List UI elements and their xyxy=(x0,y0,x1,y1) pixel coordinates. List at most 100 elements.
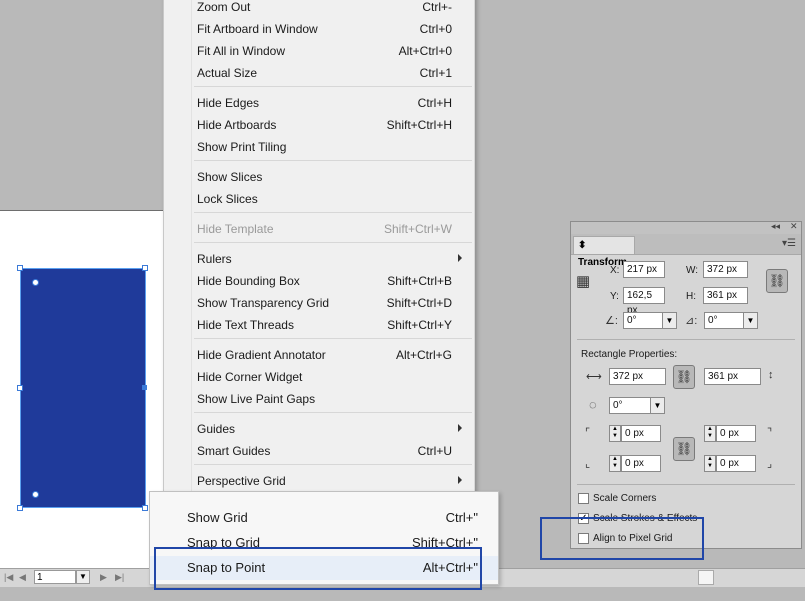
corner-bl-icon[interactable]: ⌞ xyxy=(585,457,590,470)
constrain-proportions-link-icon[interactable]: ⛓ xyxy=(766,269,788,293)
collapse-icon[interactable]: ◂◂ xyxy=(771,221,780,232)
w-label: W: xyxy=(686,265,699,276)
next-page-icon[interactable]: ▶ xyxy=(100,572,107,583)
panel-divider xyxy=(577,484,795,485)
menu-item-fit-all[interactable]: Fit All in Window Alt+Ctrl+0 xyxy=(164,40,474,62)
menu-item-lock-slices[interactable]: Lock Slices xyxy=(164,188,474,210)
menu-item-perspective-grid[interactable]: Perspective Grid xyxy=(164,470,474,492)
menu-item-fit-artboard[interactable]: Fit Artboard in Window Ctrl+0 xyxy=(164,18,474,40)
x-field[interactable]: 217 px xyxy=(623,261,665,278)
rotate-dropdown-icon[interactable]: ▼ xyxy=(662,312,677,329)
h-label: H: xyxy=(686,291,696,302)
submenu-item-show-grid[interactable]: Show Grid Ctrl+" xyxy=(150,506,498,530)
close-icon[interactable]: ✕ xyxy=(790,221,798,232)
menu-separator xyxy=(194,242,472,243)
panel-divider xyxy=(577,339,795,340)
scale-corners-checkbox[interactable] xyxy=(578,493,589,504)
panel-tabbar: ⬍ Transform xyxy=(571,234,801,268)
x-label: X: xyxy=(610,265,620,276)
menu-item-zoom-out[interactable]: Zoom Out Ctrl+- xyxy=(164,0,474,18)
rotate-field[interactable]: 0° xyxy=(623,312,663,329)
menu-separator xyxy=(194,160,472,161)
corner-widget-top-left[interactable] xyxy=(32,279,39,286)
menu-item-guides[interactable]: Guides xyxy=(164,418,474,440)
last-page-icon[interactable]: ▶| xyxy=(115,572,124,583)
corner-tr-stepper[interactable]: ▲ ▼ xyxy=(704,425,716,442)
tab-arrows-icon: ⬍ xyxy=(578,240,587,251)
menu-item-show-slices[interactable]: Show Slices xyxy=(164,166,474,188)
page-dropdown-icon[interactable]: ▼ xyxy=(76,570,90,584)
corner-widget-bottom-left[interactable] xyxy=(32,491,39,498)
rectangle-properties-label: Rectangle Properties: xyxy=(581,349,678,360)
corner-bl-field[interactable]: 0 px xyxy=(621,455,661,472)
scroll-thumb[interactable] xyxy=(698,570,714,585)
menu-item-rulers[interactable]: Rulers xyxy=(164,248,474,270)
panel-menu-icon[interactable]: ▾☰ xyxy=(782,238,796,249)
rect-width-field[interactable]: 372 px xyxy=(609,368,666,385)
handle-middle-left[interactable] xyxy=(17,385,23,391)
y-field[interactable]: 162,5 px xyxy=(623,287,665,316)
corner-bl-stepper[interactable]: ▲ ▼ xyxy=(609,455,621,472)
handle-bottom-left[interactable] xyxy=(17,505,23,511)
menu-item-hide-gradient-annotator[interactable]: Hide Gradient Annotator Alt+Ctrl+G xyxy=(164,344,474,366)
corner-tr-field[interactable]: 0 px xyxy=(716,425,756,442)
center-point xyxy=(142,385,147,390)
menu-separator xyxy=(194,464,472,465)
reference-point-icon[interactable]: ▦ xyxy=(576,272,590,290)
annotation-box-snap-to-point xyxy=(154,547,482,590)
y-label: Y: xyxy=(610,291,619,302)
menu-item-hide-corner-widget[interactable]: Hide Corner Widget xyxy=(164,366,474,388)
menu-item-hide-text-threads[interactable]: Hide Text Threads Shift+Ctrl+Y xyxy=(164,314,474,336)
menu-item-show-print-tiling[interactable]: Show Print Tiling xyxy=(164,136,474,158)
corner-tl-field[interactable]: 0 px xyxy=(621,425,661,442)
prev-page-icon[interactable]: ◀ xyxy=(19,572,26,583)
corner-link-icon[interactable]: ⛓ xyxy=(673,437,695,461)
first-page-icon[interactable]: |◀ xyxy=(4,572,13,583)
corner-tl-icon[interactable]: ⌜ xyxy=(585,426,590,439)
menu-item-show-live-paint-gaps[interactable]: Show Live Paint Gaps xyxy=(164,388,474,410)
submenu-arrow-icon xyxy=(458,254,462,262)
rect-height-field[interactable]: 361 px xyxy=(704,368,761,385)
selected-rectangle[interactable] xyxy=(20,268,146,508)
shear-field[interactable]: 0° xyxy=(704,312,744,329)
corner-angle-field[interactable]: 0° xyxy=(609,397,651,414)
menu-item-hide-template: Hide Template Shift+Ctrl+W xyxy=(197,222,452,236)
menu-separator xyxy=(194,412,472,413)
shear-icon: ⊿: xyxy=(685,315,698,327)
rect-link-icon[interactable]: ⛓ xyxy=(673,365,695,389)
menu-item-hide-bounding-box[interactable]: Hide Bounding Box Shift+Ctrl+B xyxy=(164,270,474,292)
h-field[interactable]: 361 px xyxy=(703,287,748,304)
page-field[interactable]: 1 xyxy=(34,570,76,584)
scale-corners-label: Scale Corners xyxy=(593,493,657,504)
w-field[interactable]: 372 px xyxy=(703,261,748,278)
corner-br-icon[interactable]: ⌟ xyxy=(767,457,772,470)
handle-top-right[interactable] xyxy=(142,265,148,271)
submenu-arrow-icon xyxy=(458,424,462,432)
corner-tl-stepper[interactable]: ▲ ▼ xyxy=(609,425,621,442)
transform-panel: ◂◂ ✕ ⬍ Transform ▾☰ ▦ X: 217 px Y: 162,5… xyxy=(570,221,802,549)
shear-dropdown-icon[interactable]: ▼ xyxy=(743,312,758,329)
corner-angle-dropdown-icon[interactable]: ▼ xyxy=(650,397,665,414)
corner-br-field[interactable]: 0 px xyxy=(716,455,756,472)
tab-transform[interactable]: ⬍ Transform xyxy=(573,236,635,268)
menu-item-hide-artboards[interactable]: Hide Artboards Shift+Ctrl+H xyxy=(164,114,474,136)
width-arrows-icon: ⟷ xyxy=(586,371,602,383)
handle-top-left[interactable] xyxy=(17,265,23,271)
panel-titlebar[interactable]: ◂◂ ✕ xyxy=(571,221,801,234)
height-arrows-icon: ↕ xyxy=(768,369,774,381)
menu-item-actual-size[interactable]: Actual Size Ctrl+1 xyxy=(164,62,474,84)
corner-br-stepper[interactable]: ▲ ▼ xyxy=(704,455,716,472)
menu-item-show-transparency-grid[interactable]: Show Transparency Grid Shift+Ctrl+D xyxy=(164,292,474,314)
rotate-icon: ∠: xyxy=(605,315,618,327)
menu-separator xyxy=(194,212,472,213)
menu-separator xyxy=(194,86,472,87)
handle-bottom-right[interactable] xyxy=(142,505,148,511)
annotation-box-align-pixel xyxy=(540,517,704,560)
view-menu: Zoom Out Ctrl+- Fit Artboard in Window Ctr… xyxy=(163,0,475,492)
pasteboard xyxy=(0,0,163,210)
menu-item-smart-guides[interactable]: Smart Guides Ctrl+U xyxy=(164,440,474,462)
menu-item-hide-edges[interactable]: Hide Edges Ctrl+H xyxy=(164,92,474,114)
submenu-arrow-icon xyxy=(458,476,462,484)
corner-rotate-icon: ◌ xyxy=(589,397,597,412)
corner-tr-icon[interactable]: ⌝ xyxy=(767,426,772,439)
